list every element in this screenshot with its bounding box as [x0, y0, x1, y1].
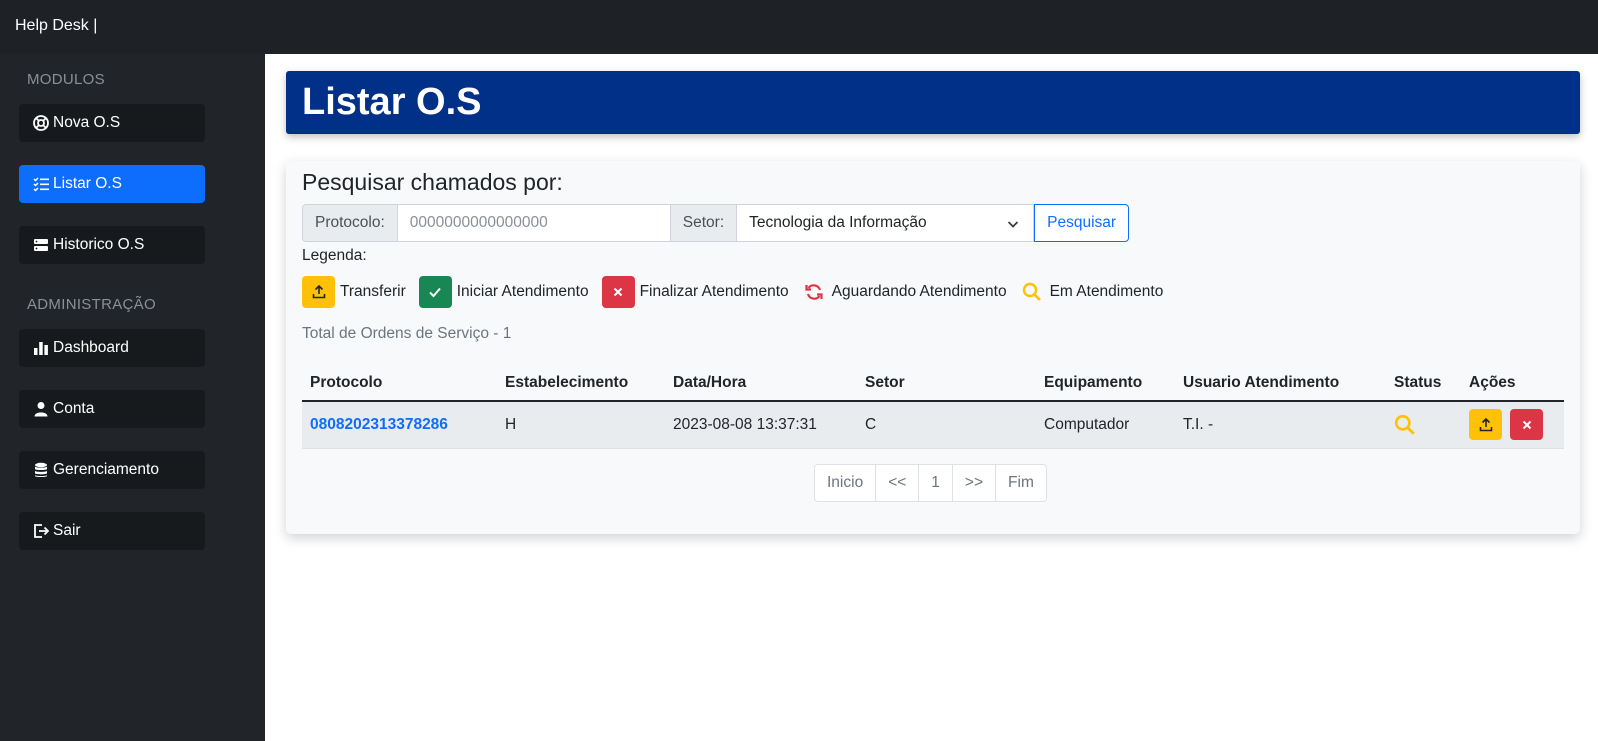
table-header-row: Protocolo Estabelecimento Data/Hora Seto… — [302, 365, 1564, 402]
protocol-link[interactable]: 0808202313378286 — [310, 416, 448, 433]
finish-button[interactable] — [1510, 409, 1544, 441]
check-icon — [418, 276, 452, 308]
bar-chart-icon — [32, 340, 49, 357]
cell-protocolo: 0808202313378286 — [302, 401, 497, 449]
sidebar-item-conta[interactable]: Conta — [19, 390, 205, 428]
transfer-button[interactable] — [1469, 409, 1502, 441]
sidebar-item-label: Gerenciamento — [53, 461, 159, 478]
page-last[interactable]: Fim — [995, 465, 1046, 501]
column-header: Setor — [857, 365, 1036, 402]
sidebar-item-sair[interactable]: Sair — [19, 512, 205, 550]
logout-icon — [32, 523, 49, 540]
cell-acoes — [1461, 401, 1564, 449]
sidebar-item-label: Sair — [53, 522, 81, 539]
sidebar: MODULOS Nova O.S Listar O.S Historico O.… — [0, 54, 265, 741]
cell-estabelecimento: H — [497, 401, 665, 449]
chevron-down-icon — [1007, 217, 1019, 235]
brand[interactable]: Help Desk | — [15, 17, 97, 35]
protocol-input[interactable]: 0000000000000000 — [397, 204, 670, 242]
sidebar-item-historico-os[interactable]: Historico O.S — [19, 226, 205, 264]
sidebar-heading-admin: ADMINISTRAÇÃO — [27, 296, 156, 313]
sidebar-item-label: Conta — [53, 400, 95, 417]
person-icon — [32, 401, 49, 418]
sector-selected-value: Tecnologia da Informação — [749, 214, 927, 231]
cell-setor: C — [857, 401, 1036, 449]
column-header: Usuario Atendimento — [1175, 365, 1386, 402]
life-ring-icon — [32, 115, 49, 132]
sidebar-item-label: Historico O.S — [53, 236, 145, 253]
legend-title: Legenda: — [302, 247, 367, 264]
table-row: 0808202313378286 H 2023-08-08 13:37:31 C… — [302, 401, 1564, 449]
top-navbar: Help Desk | — [0, 0, 1598, 54]
cell-equipamento: Computador — [1036, 401, 1175, 449]
sector-label: Setor: — [669, 204, 738, 242]
page-number[interactable]: 1 — [918, 465, 952, 501]
x-icon — [1522, 420, 1532, 429]
search-icon — [1394, 414, 1416, 435]
column-header: Equipamento — [1036, 365, 1175, 402]
pagination: Inicio << 1 >> Fim — [814, 464, 1047, 502]
legend: Transferir Iniciar Atendimento Finalizar… — [302, 276, 1176, 308]
sidebar-item-label: Nova O.S — [53, 114, 121, 131]
sidebar-item-nova-os[interactable]: Nova O.S — [19, 104, 205, 142]
search-icon — [1020, 280, 1044, 304]
page-title: Listar O.S — [302, 81, 482, 123]
search-form: Protocolo: 0000000000000000 Setor: Tecno… — [302, 204, 1130, 242]
cell-status — [1386, 401, 1461, 449]
sidebar-item-gerenciamento[interactable]: Gerenciamento — [19, 451, 205, 489]
sidebar-item-listar-os[interactable]: Listar O.S — [19, 165, 205, 203]
server-icon — [32, 237, 49, 254]
column-header: Estabelecimento — [497, 365, 665, 402]
database-icon — [32, 462, 49, 479]
upload-icon — [302, 276, 335, 308]
cell-data-hora: 2023-08-08 13:37:31 — [665, 401, 857, 449]
cell-usuario: T.I. - — [1175, 401, 1386, 449]
list-check-icon — [32, 176, 49, 193]
sidebar-item-dashboard[interactable]: Dashboard — [19, 329, 205, 367]
sidebar-heading-modules: MODULOS — [27, 71, 105, 88]
upload-icon — [1479, 417, 1492, 432]
search-card: Pesquisar chamados por: Protocolo: 00000… — [286, 161, 1580, 534]
legend-label: Finalizar Atendimento — [639, 283, 789, 300]
sidebar-item-label: Listar O.S — [53, 175, 122, 192]
legend-label: Aguardando Atendimento — [831, 283, 1007, 300]
sector-select[interactable]: Tecnologia da Informação — [737, 204, 1035, 242]
column-header: Data/Hora — [665, 365, 857, 402]
legend-label: Em Atendimento — [1049, 283, 1164, 300]
column-header: Ações — [1461, 365, 1564, 402]
page-next[interactable]: >> — [951, 465, 995, 501]
legend-label: Transferir — [340, 283, 406, 300]
page-prev[interactable]: << — [875, 465, 918, 501]
page-first[interactable]: Inicio — [815, 465, 875, 501]
refresh-icon — [802, 280, 826, 304]
legend-label: Iniciar Atendimento — [456, 283, 589, 300]
column-header: Status — [1386, 365, 1461, 402]
page-header: Listar O.S — [286, 71, 1580, 134]
search-heading: Pesquisar chamados por: — [302, 169, 563, 195]
column-header: Protocolo — [302, 365, 497, 402]
orders-table: Protocolo Estabelecimento Data/Hora Seto… — [302, 365, 1564, 449]
protocol-label: Protocolo: — [302, 204, 398, 242]
sidebar-item-label: Dashboard — [53, 339, 129, 356]
search-button[interactable]: Pesquisar — [1034, 204, 1130, 242]
x-icon — [601, 276, 635, 308]
total-count: Total de Ordens de Serviço - 1 — [302, 325, 512, 342]
